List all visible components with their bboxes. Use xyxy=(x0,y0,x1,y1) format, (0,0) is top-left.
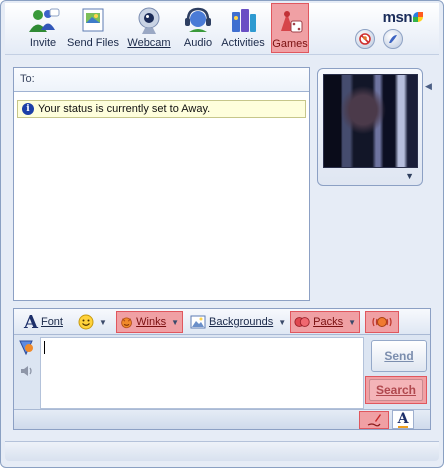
font-style-side-button[interactable] xyxy=(16,337,36,357)
games-button[interactable]: Games xyxy=(271,3,309,53)
window-status-strip xyxy=(5,441,439,461)
games-icon xyxy=(281,11,303,33)
invite-label: Invite xyxy=(29,37,57,49)
info-icon: i xyxy=(22,103,34,115)
msn-logo: msn xyxy=(383,9,423,26)
collapse-panel-toggle[interactable]: ◀ xyxy=(425,81,433,101)
display-picture-button[interactable] xyxy=(383,29,403,49)
audio-headset-icon xyxy=(185,7,211,32)
send-button[interactable]: Send xyxy=(371,340,427,372)
games-label: Games xyxy=(272,38,308,50)
to-label: To: xyxy=(20,73,35,85)
message-input[interactable] xyxy=(40,337,364,409)
handwriting-pen-icon xyxy=(367,414,381,427)
font-style-icon xyxy=(19,340,33,356)
webcam-menu-arrow[interactable]: ▼ xyxy=(405,171,414,181)
packs-label: Packs xyxy=(313,316,344,328)
backgrounds-icon xyxy=(190,315,206,329)
block-contact-icon xyxy=(359,33,371,45)
send-files-icon xyxy=(82,8,104,32)
winks-label: Winks xyxy=(136,316,167,328)
font-icon: A xyxy=(24,311,38,333)
invite-button[interactable]: Invite xyxy=(23,3,63,53)
status-message: Your status is currently set to Away. xyxy=(38,103,211,115)
conversation-history-pane: To: i Your status is currently set to Aw… xyxy=(13,67,310,301)
block-contact-button[interactable] xyxy=(355,29,375,49)
invite-people-icon xyxy=(29,8,60,32)
nudge-icon xyxy=(372,317,392,327)
compose-mode-bar: A xyxy=(14,409,430,429)
emoticon-button[interactable]: ▼ xyxy=(78,311,107,333)
smiley-icon xyxy=(78,314,94,330)
audio-label: Audio xyxy=(183,37,213,49)
search-button[interactable]: Search xyxy=(365,376,427,404)
compose-area: A Font ▼ Winks ▼ Backgrounds ▼ Packs ▼ S… xyxy=(13,308,431,430)
nudge-button[interactable] xyxy=(365,311,399,333)
send-files-label: Send Files xyxy=(67,37,119,49)
webcam-icon xyxy=(138,7,160,34)
activities-icon xyxy=(232,9,256,32)
webcam-button[interactable]: Webcam xyxy=(127,3,171,53)
send-files-button[interactable]: Send Files xyxy=(67,3,119,53)
webcam-video-feed xyxy=(323,74,418,168)
voice-clip-icon xyxy=(21,366,32,376)
text-mode-icon: A xyxy=(397,410,409,428)
activities-label: Activities xyxy=(221,37,265,49)
status-notification-bar: i Your status is currently set to Away. xyxy=(17,100,306,118)
winks-button[interactable]: Winks ▼ xyxy=(116,311,183,333)
compose-side-icons xyxy=(16,337,38,407)
msn-logo-area: msn xyxy=(343,7,427,53)
activities-button[interactable]: Activities xyxy=(219,3,267,53)
packs-button[interactable]: Packs ▼ xyxy=(290,311,360,333)
font-label: Font xyxy=(40,316,63,328)
emoticon-dropdown-arrow: ▼ xyxy=(99,317,107,327)
formatting-toolbar: A Font ▼ Winks ▼ Backgrounds ▼ Packs ▼ xyxy=(14,309,430,335)
backgrounds-dropdown-arrow: ▼ xyxy=(278,317,287,327)
font-button[interactable]: A Font xyxy=(24,311,63,333)
packs-dropdown-arrow: ▼ xyxy=(348,317,356,327)
packs-icon xyxy=(294,317,310,327)
audio-button[interactable]: Audio xyxy=(179,3,217,53)
winks-icon xyxy=(121,317,132,329)
text-mode-button[interactable]: A xyxy=(392,410,414,429)
webcam-label: Webcam xyxy=(127,37,171,49)
text-cursor xyxy=(44,341,45,354)
conversation-window: _ □ ✕ Invite Send Files xyxy=(0,0,444,468)
winks-dropdown-arrow: ▼ xyxy=(171,317,179,327)
voice-clip-side-button[interactable] xyxy=(16,361,36,381)
backgrounds-label: Backgrounds xyxy=(209,316,274,328)
backgrounds-button[interactable]: Backgrounds ▼ xyxy=(190,311,286,333)
to-field: To: xyxy=(14,68,309,92)
msn-butterfly-icon xyxy=(413,12,423,22)
webcam-display-frame: ▼ xyxy=(317,68,423,186)
search-button-label: Search xyxy=(369,379,423,401)
display-picture-icon xyxy=(389,35,397,43)
main-toolbar: Invite Send Files Webcam Audio Activitie… xyxy=(5,3,439,55)
handwriting-mode-button[interactable] xyxy=(359,411,389,429)
